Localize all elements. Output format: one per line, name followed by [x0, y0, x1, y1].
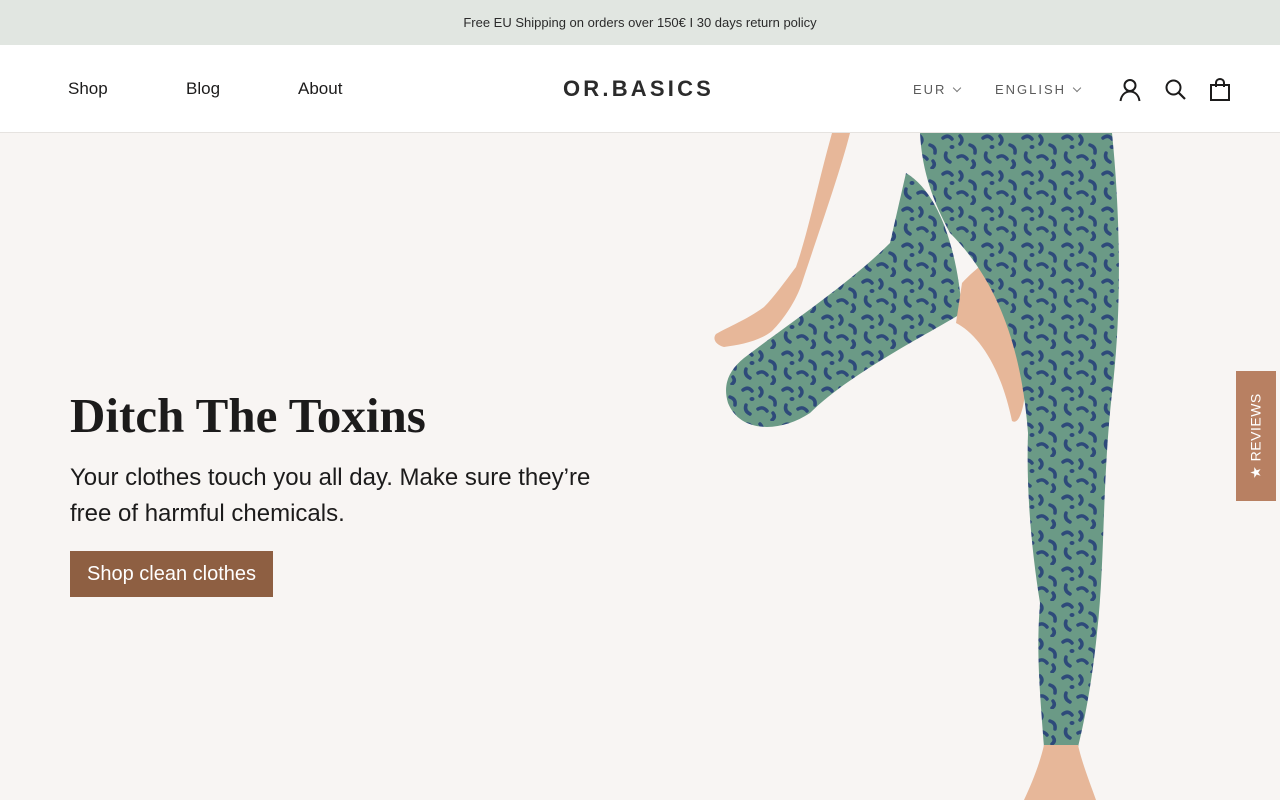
reviews-tab-label: ★ REVIEWS — [1247, 393, 1264, 479]
language-selector[interactable]: ENGLISH — [995, 82, 1082, 97]
currency-selector[interactable]: EUR — [913, 82, 962, 97]
cart-icon[interactable] — [1207, 77, 1233, 103]
nav-about-link[interactable]: About — [298, 79, 342, 99]
site-logo[interactable]: OR.BASICS — [563, 76, 714, 102]
hero-subtext: Your clothes touch you all day. Make sur… — [70, 464, 591, 527]
language-label: ENGLISH — [995, 82, 1067, 97]
hero-image — [714, 133, 1119, 800]
reviews-tab[interactable]: ★ REVIEWS — [1236, 371, 1276, 501]
chevron-down-icon — [953, 83, 962, 92]
nav-blog-link[interactable]: Blog — [186, 79, 220, 99]
search-icon[interactable] — [1163, 77, 1189, 103]
chevron-down-icon — [1072, 83, 1082, 92]
shop-clean-clothes-button[interactable]: Shop clean clothes — [70, 551, 274, 597]
account-icon[interactable] — [1117, 77, 1143, 103]
announcement-text: Free EU Shipping on orders over 150€ I 3… — [463, 15, 817, 30]
currency-label: EUR — [913, 82, 947, 97]
nav-shop-link[interactable]: Shop — [68, 79, 108, 99]
site-header: Shop Blog About OR.BASICS EUR ENGLISH — [0, 45, 1280, 133]
hero-headline: Ditch The Toxins — [70, 388, 426, 443]
announcement-bar: Free EU Shipping on orders over 150€ I 3… — [0, 0, 1280, 45]
